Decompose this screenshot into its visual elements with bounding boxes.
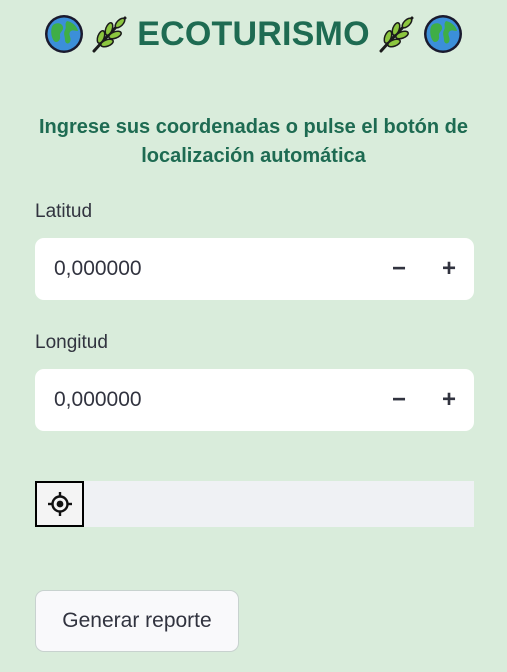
longitude-value[interactable]: 0,000000 [35, 388, 374, 412]
app-page: ECOTURISMO Ingrese sus coordenadas o pul… [0, 0, 507, 672]
latitude-decrement-button[interactable]: − [374, 238, 424, 300]
latitude-label: Latitud [35, 201, 93, 222]
generate-report-button[interactable]: Generar reporte [35, 590, 239, 652]
latitude-input[interactable]: 0,000000 − + [35, 238, 474, 300]
instructions-text: Ingrese sus coordenadas o pulse el botón… [39, 116, 468, 167]
latitude-value[interactable]: 0,000000 [35, 257, 374, 281]
geolocation-bar [35, 481, 474, 527]
herb-icon [379, 16, 414, 53]
page-title: ECOTURISMO [0, 8, 507, 60]
globe-icon [45, 15, 84, 53]
title-text: ECOTURISMO [137, 14, 370, 53]
longitude-decrement-button[interactable]: − [374, 369, 424, 431]
latitude-increment-button[interactable]: + [424, 238, 474, 300]
longitude-increment-button[interactable]: + [424, 369, 474, 431]
globe-icon [423, 15, 462, 53]
longitude-label: Longitud [35, 332, 108, 353]
crosshair-icon [47, 492, 72, 516]
longitude-input[interactable]: 0,000000 − + [35, 369, 474, 431]
herb-icon [92, 16, 127, 53]
locate-button[interactable] [35, 481, 84, 527]
